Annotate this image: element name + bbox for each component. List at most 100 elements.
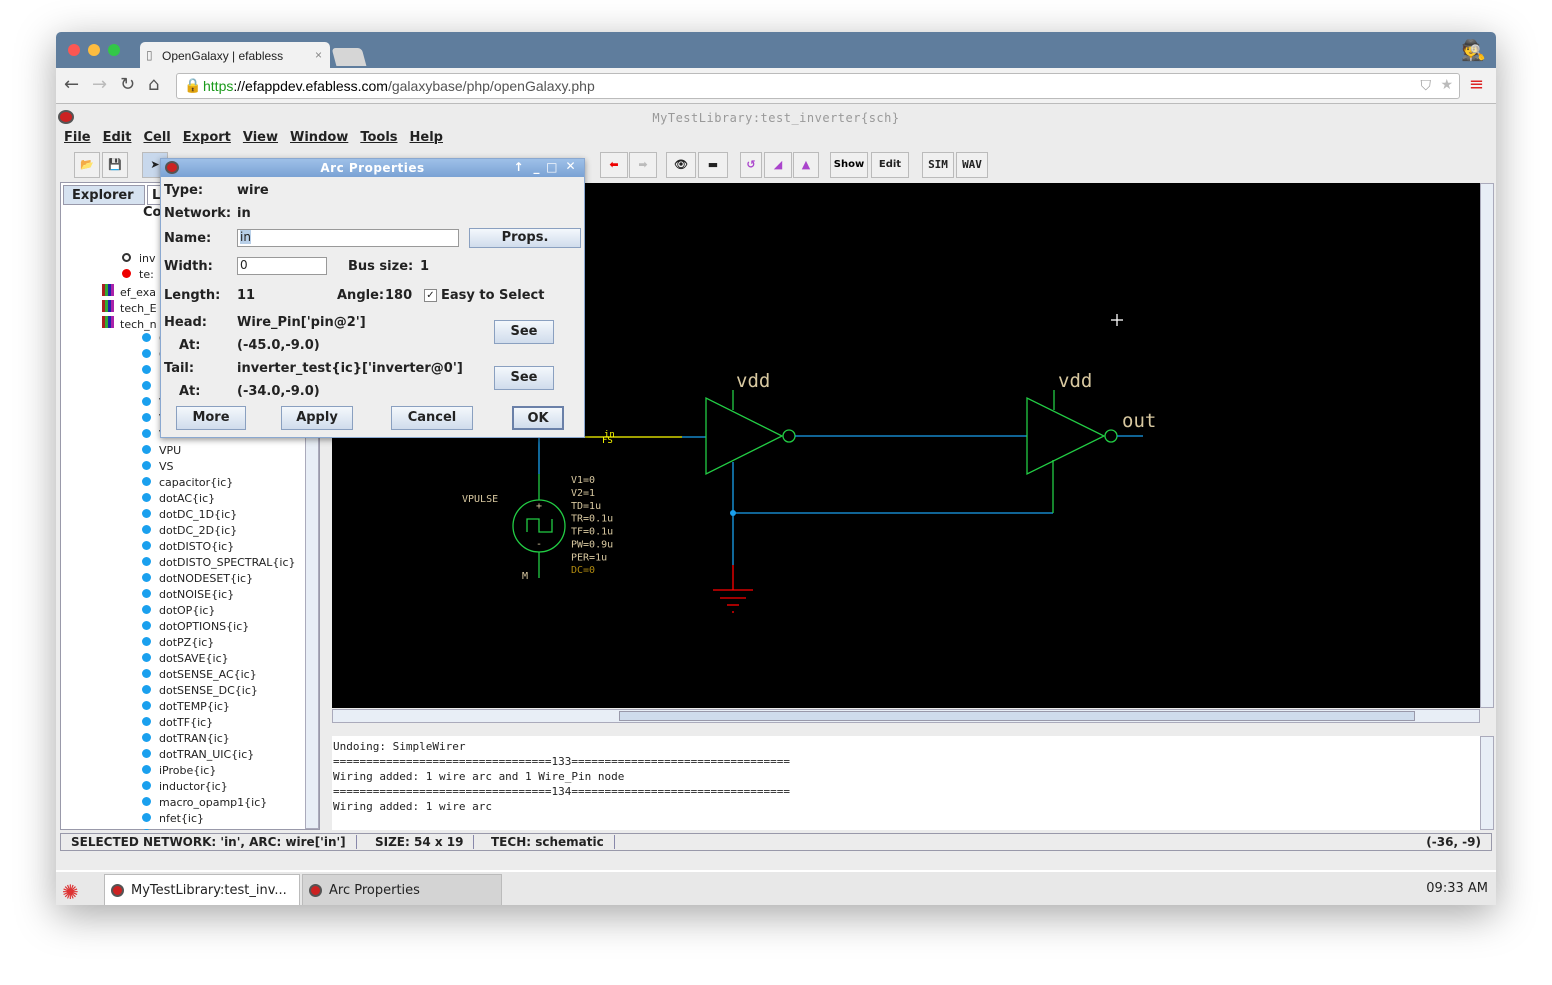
- home-icon[interactable]: ⌂: [148, 74, 159, 95]
- menu-tools[interactable]: Tools: [360, 130, 397, 145]
- tree-item[interactable]: dotTF{ic}: [142, 716, 213, 732]
- tree-item[interactable]: dotOP{ic}: [142, 604, 215, 620]
- task-main-window[interactable]: MyTestLibrary:test_inv...: [104, 874, 300, 905]
- tree-item[interactable]: dotNOISE{ic}: [142, 588, 234, 604]
- tree-item[interactable]: dotSAVE{ic}: [142, 652, 229, 668]
- tree-item[interactable]: capacitor{ic}: [142, 476, 233, 492]
- wav-button[interactable]: WAV: [956, 152, 988, 178]
- tree-item[interactable]: dotSENSE_AC{ic}: [142, 668, 257, 684]
- inverter-2[interactable]: [1026, 396, 1106, 476]
- forward-history-button[interactable]: ➡: [629, 152, 657, 178]
- edit-button[interactable]: Edit: [871, 152, 909, 178]
- close-tab-icon[interactable]: ×: [315, 48, 322, 62]
- status-coords: (-36, -9): [1426, 835, 1481, 849]
- easy-select-checkbox[interactable]: ✓: [424, 289, 437, 302]
- name-input[interactable]: in: [237, 229, 459, 247]
- start-menu-icon[interactable]: ✺: [62, 880, 79, 904]
- cell-icon: [142, 813, 151, 822]
- tree-item[interactable]: tech_E: [102, 300, 157, 316]
- hscroll-thumb[interactable]: [619, 711, 1415, 721]
- inverter-1[interactable]: [705, 396, 784, 476]
- browser-tab[interactable]: ▯ OpenGalaxy | efabless ×: [140, 42, 330, 68]
- tree-item[interactable]: dotDISTO_SPECTRAL{ic}: [142, 556, 296, 572]
- tree-item[interactable]: VS: [142, 460, 174, 476]
- tree-item[interactable]: nfet{ic}: [142, 812, 204, 828]
- tree-item[interactable]: VPU: [142, 444, 181, 460]
- canvas-vscrollbar[interactable]: [1480, 183, 1494, 708]
- canvas-hscrollbar[interactable]: [332, 709, 1480, 723]
- tree-item[interactable]: pfet{ic}: [142, 828, 204, 830]
- ok-button[interactable]: OK: [512, 406, 564, 430]
- maximize-icon[interactable]: □: [546, 160, 558, 174]
- menu-window[interactable]: Window: [290, 130, 348, 145]
- back-icon[interactable]: ←: [64, 74, 79, 95]
- tree-item[interactable]: dotPZ{ic}: [142, 636, 214, 652]
- close-window-button[interactable]: [68, 44, 80, 56]
- cell-icon: [142, 653, 151, 662]
- forward-icon[interactable]: →: [92, 74, 107, 95]
- network-value: in: [237, 206, 251, 221]
- peel-button[interactable]: ▲: [793, 152, 819, 178]
- address-bar[interactable]: 🔒 https://efappdev.efabless.com/galaxybas…: [176, 73, 1460, 99]
- message-scrollbar[interactable]: [1480, 736, 1494, 830]
- sim-button[interactable]: SIM: [922, 152, 954, 178]
- layer-button[interactable]: ◢: [764, 152, 792, 178]
- minimize-icon[interactable]: _: [534, 160, 541, 174]
- see-head-button[interactable]: See: [494, 320, 554, 344]
- tree-item[interactable]: macro_opamp1{ic}: [142, 796, 267, 812]
- menu-help[interactable]: Help: [410, 130, 443, 145]
- tree-item[interactable]: dotDC_1D{ic}: [142, 508, 237, 524]
- menu-icon[interactable]: ≡: [1469, 74, 1484, 95]
- eye-button[interactable]: 👁: [666, 152, 696, 178]
- dialog-title-bar[interactable]: Arc Properties ↑ _ □ ✕: [161, 159, 584, 177]
- maximize-window-button[interactable]: [108, 44, 120, 56]
- tree-item[interactable]: dotTRAN{ic}: [142, 732, 230, 748]
- hide-button[interactable]: ▬: [698, 152, 728, 178]
- menu-export[interactable]: Export: [183, 130, 231, 145]
- menu-file[interactable]: File: [64, 130, 91, 145]
- apply-button[interactable]: Apply: [281, 406, 353, 430]
- close-icon[interactable]: ✕: [565, 159, 576, 173]
- tree-item[interactable]: dotDISTO{ic}: [142, 540, 234, 556]
- tab-bar: ▯ OpenGalaxy | efabless × 🕵: [56, 32, 1496, 68]
- tree-item[interactable]: dotTRAN_UIC{ic}: [142, 748, 254, 764]
- back-history-button[interactable]: ⬅: [600, 152, 628, 178]
- menu-edit[interactable]: Edit: [103, 130, 132, 145]
- pin-icon[interactable]: ↑: [513, 160, 524, 174]
- tree-item[interactable]: dotSENSE_DC{ic}: [142, 684, 258, 700]
- width-input[interactable]: 0: [237, 257, 327, 275]
- tree-item[interactable]: dotTEMP{ic}: [142, 700, 230, 716]
- cancel-button[interactable]: Cancel: [391, 406, 473, 430]
- task-arc-properties[interactable]: Arc Properties: [302, 874, 502, 905]
- source-param: PER=1u: [571, 552, 607, 563]
- menu-view[interactable]: View: [243, 130, 278, 145]
- tree-item[interactable]: dotAC{ic}: [142, 492, 215, 508]
- tree-item[interactable]: iProbe{ic}: [142, 764, 216, 780]
- star-icon[interactable]: ★: [1440, 76, 1453, 93]
- tree-item[interactable]: tech_n: [102, 316, 157, 332]
- new-tab-button[interactable]: [331, 48, 367, 66]
- tree-item[interactable]: dotNODESET{ic}: [142, 572, 253, 588]
- props-button[interactable]: Props.: [469, 228, 581, 248]
- tree-item[interactable]: inv: [122, 252, 156, 268]
- see-tail-button[interactable]: See: [494, 366, 554, 390]
- tree-item[interactable]: dotDC_2D{ic}: [142, 524, 237, 540]
- more-button[interactable]: More: [176, 406, 246, 430]
- minimize-window-button[interactable]: [88, 44, 100, 56]
- inverter-1-bubble: [782, 429, 796, 443]
- cell-icon: [142, 717, 151, 726]
- name-label: Name:: [164, 231, 212, 246]
- open-button[interactable]: 📂: [74, 152, 100, 178]
- tree-item[interactable]: ef_exa: [102, 284, 156, 300]
- undo-button[interactable]: ↺: [740, 152, 762, 178]
- reload-icon[interactable]: ↻: [120, 74, 135, 95]
- tree-item[interactable]: dotOPTIONS{ic}: [142, 620, 249, 636]
- shield-icon[interactable]: ⛉: [1421, 77, 1432, 94]
- tree-item[interactable]: te:: [122, 268, 154, 284]
- save-button[interactable]: 💾: [102, 152, 128, 178]
- tree-item[interactable]: inductor{ic}: [142, 780, 228, 796]
- app-title: MyTestLibrary:test_inverter{sch}: [652, 111, 900, 125]
- show-button[interactable]: Show: [830, 152, 868, 178]
- tab-explorer[interactable]: Explorer: [63, 185, 145, 205]
- menu-cell[interactable]: Cell: [143, 130, 170, 145]
